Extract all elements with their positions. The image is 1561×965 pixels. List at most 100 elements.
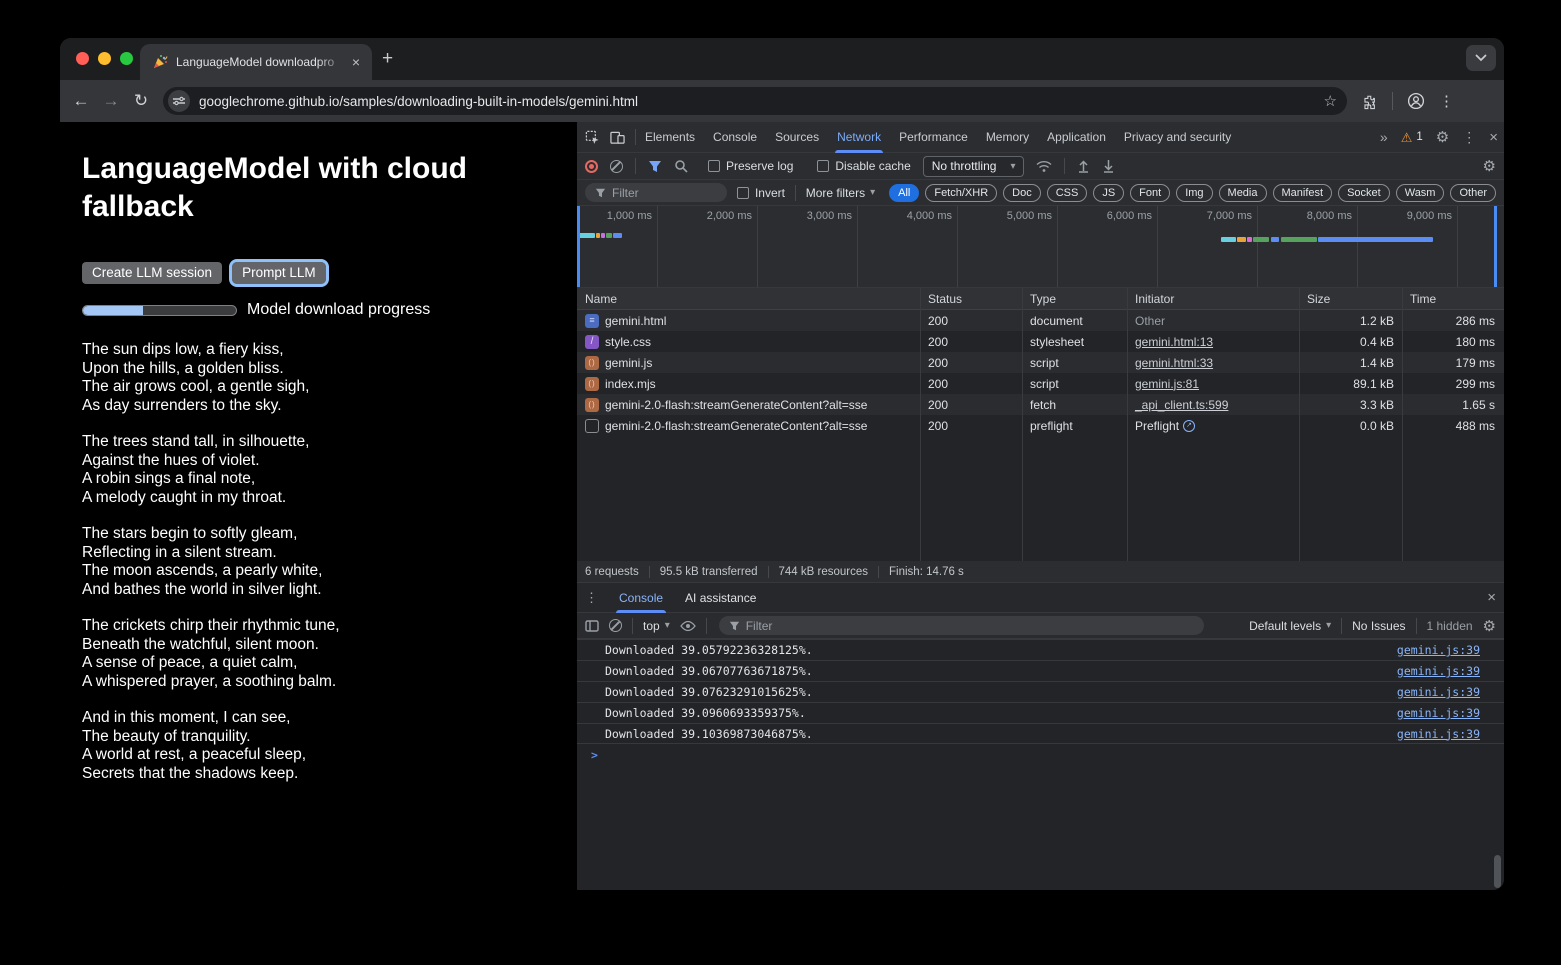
throttling-select[interactable]: No throttling ▾: [923, 156, 1025, 177]
filter-chip-fetchxhr[interactable]: Fetch/XHR: [925, 184, 997, 202]
column-header-type[interactable]: Type: [1022, 288, 1127, 309]
reload-button[interactable]: ↻: [126, 91, 156, 111]
devtools-tab-console[interactable]: Console: [704, 122, 766, 153]
create-llm-session-button[interactable]: Create LLM session: [82, 262, 222, 284]
console-source-link[interactable]: gemini.js:39: [1397, 643, 1480, 657]
network-request-row[interactable]: gemini-2.0-flash:streamGenerateContent?a…: [577, 415, 1504, 436]
overview-selection-handle[interactable]: [1494, 206, 1497, 287]
bookmark-star-icon[interactable]: ☆: [1324, 92, 1337, 110]
site-settings-icon[interactable]: [168, 90, 190, 112]
initiator-link[interactable]: gemini.js:81: [1135, 377, 1199, 391]
devtools-tab-application[interactable]: Application: [1038, 122, 1115, 153]
network-settings-icon[interactable]: ⚙: [1483, 157, 1496, 175]
live-expression-eye-icon[interactable]: [680, 620, 696, 632]
console-settings-icon[interactable]: ⚙: [1483, 617, 1496, 635]
devtools-menu-icon[interactable]: ⋮: [1462, 129, 1476, 146]
devtools-tab-sources[interactable]: Sources: [766, 122, 828, 153]
network-overview-timeline[interactable]: 1,000 ms2,000 ms3,000 ms4,000 ms5,000 ms…: [577, 206, 1504, 288]
forward-button[interactable]: →: [96, 91, 126, 111]
filter-chip-manifest[interactable]: Manifest: [1273, 184, 1333, 202]
devtools-tab-privacy-and-security[interactable]: Privacy and security: [1115, 122, 1240, 153]
console-source-link[interactable]: gemini.js:39: [1397, 685, 1480, 699]
device-toolbar-icon[interactable]: [610, 130, 625, 145]
profile-avatar-icon[interactable]: [1407, 92, 1425, 110]
column-header-time[interactable]: Time: [1402, 288, 1503, 309]
devtools-tab-performance[interactable]: Performance: [890, 122, 977, 153]
clear-network-log-icon[interactable]: [610, 160, 623, 173]
overview-selection-handle[interactable]: [577, 206, 580, 287]
initiator-link[interactable]: gemini.html:13: [1135, 335, 1213, 349]
new-tab-button[interactable]: +: [382, 49, 393, 68]
network-request-row[interactable]: ()gemini.js200scriptgemini.html:331.4 kB…: [577, 352, 1504, 373]
column-header-status[interactable]: Status: [920, 288, 1022, 309]
filter-chip-all[interactable]: All: [889, 184, 919, 202]
network-request-row[interactable]: ()gemini-2.0-flash:streamGenerateContent…: [577, 394, 1504, 415]
poem-stanza: The crickets chirp their rhythmic tune,B…: [82, 617, 576, 691]
network-request-row[interactable]: ≡gemini.html200documentOther1.2 kB286 ms: [577, 310, 1504, 331]
console-scrollbar-thumb[interactable]: [1494, 855, 1501, 888]
initiator-link[interactable]: _api_client.ts:599: [1135, 398, 1228, 412]
filter-chip-other[interactable]: Other: [1450, 184, 1496, 202]
record-network-log-button[interactable]: [585, 160, 598, 173]
search-icon[interactable]: [674, 159, 688, 173]
filter-chip-img[interactable]: Img: [1176, 184, 1212, 202]
browser-menu-icon[interactable]: ⋮: [1439, 92, 1454, 110]
invert-checkbox[interactable]: Invert: [737, 186, 785, 200]
filter-chip-doc[interactable]: Doc: [1003, 184, 1041, 202]
devtools-tab-network[interactable]: Network: [828, 122, 890, 153]
close-window-button[interactable]: [76, 52, 89, 65]
console-context-select[interactable]: top ▾: [643, 619, 670, 633]
zoom-window-button[interactable]: [120, 52, 133, 65]
import-har-icon[interactable]: [1077, 159, 1090, 173]
filter-chip-wasm[interactable]: Wasm: [1396, 184, 1445, 202]
more-filters-dropdown[interactable]: More filters ▾: [806, 186, 875, 200]
filter-chip-css[interactable]: CSS: [1047, 184, 1088, 202]
inspect-element-icon[interactable]: [585, 130, 600, 145]
devtools-close-icon[interactable]: ×: [1489, 129, 1498, 146]
filter-chip-font[interactable]: Font: [1130, 184, 1170, 202]
issues-warning-badge[interactable]: ⚠ 1: [1401, 131, 1423, 144]
column-header-name[interactable]: Name: [577, 288, 920, 309]
devtools-settings-icon[interactable]: ⚙: [1436, 128, 1449, 146]
initiator-link[interactable]: gemini.html:33: [1135, 356, 1213, 370]
extensions-puzzle-icon[interactable]: [1361, 93, 1378, 110]
filter-funnel-icon[interactable]: [648, 160, 662, 173]
console-filter-input[interactable]: Filter: [719, 616, 1204, 635]
network-conditions-icon[interactable]: [1036, 160, 1052, 173]
console-source-link[interactable]: gemini.js:39: [1397, 664, 1480, 678]
prompt-llm-button[interactable]: Prompt LLM: [232, 262, 326, 284]
export-har-icon[interactable]: [1102, 159, 1115, 173]
minimize-window-button[interactable]: [98, 52, 111, 65]
devtools-tab-memory[interactable]: Memory: [977, 122, 1038, 153]
network-filter-input[interactable]: Filter: [585, 183, 727, 202]
clear-console-icon[interactable]: [609, 619, 622, 632]
devtools-tab-elements[interactable]: Elements: [636, 122, 704, 153]
console-prompt[interactable]: >: [577, 744, 1504, 765]
column-header-size[interactable]: Size: [1299, 288, 1402, 309]
column-header-initiator[interactable]: Initiator: [1127, 288, 1299, 309]
drawer-close-icon[interactable]: ×: [1487, 589, 1496, 606]
tab-close-icon[interactable]: ×: [348, 53, 364, 71]
console-source-link[interactable]: gemini.js:39: [1397, 706, 1480, 720]
drawer-tab-console[interactable]: Console: [608, 583, 674, 613]
filter-chip-js[interactable]: JS: [1093, 184, 1124, 202]
preserve-log-checkbox[interactable]: Preserve log: [708, 159, 793, 173]
tab-search-button[interactable]: [1466, 45, 1496, 71]
console-levels-dropdown[interactable]: Default levels ▾: [1249, 619, 1331, 633]
back-button[interactable]: ←: [66, 91, 96, 111]
browser-tab[interactable]: LanguageModel downloadpro ×: [140, 44, 372, 80]
drawer-tab-ai-assistance[interactable]: AI assistance: [674, 583, 767, 613]
network-request-row[interactable]: ()index.mjs200scriptgemini.js:8189.1 kB2…: [577, 373, 1504, 394]
filter-chip-socket[interactable]: Socket: [1338, 184, 1390, 202]
more-tabs-icon[interactable]: »: [1380, 129, 1388, 145]
drawer-menu-icon[interactable]: ⋮: [585, 590, 598, 606]
no-issues-label[interactable]: No Issues: [1352, 619, 1405, 633]
filter-chip-media[interactable]: Media: [1219, 184, 1267, 202]
disable-cache-checkbox[interactable]: Disable cache: [817, 159, 910, 173]
preflight-info-icon[interactable]: ↗: [1183, 420, 1195, 432]
console-sidebar-toggle-icon[interactable]: [585, 620, 599, 632]
console-source-link[interactable]: gemini.js:39: [1397, 727, 1480, 741]
button-row: Create LLM session Prompt LLM: [82, 262, 576, 284]
network-request-row[interactable]: /style.css200stylesheetgemini.html:130.4…: [577, 331, 1504, 352]
address-bar[interactable]: googlechrome.github.io/samples/downloadi…: [163, 87, 1347, 115]
